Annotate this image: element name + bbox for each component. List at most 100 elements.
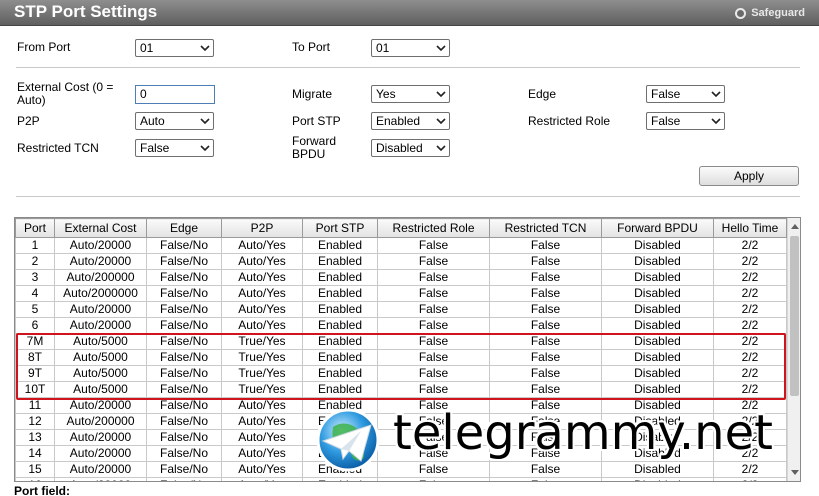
table-cell: False xyxy=(377,269,490,286)
forward-bpdu-label-line2: BPDU xyxy=(292,147,326,161)
table-cell: 2/2 xyxy=(713,477,787,481)
chevron-down-icon xyxy=(436,145,446,152)
column-header-restricted-tcn: Restricted TCN xyxy=(489,218,602,238)
external-cost-input[interactable]: 0 xyxy=(135,85,215,104)
table-cell: 5 xyxy=(15,301,55,318)
apply-button[interactable]: Apply xyxy=(699,166,799,186)
external-cost-label: External Cost (0 = Auto) xyxy=(17,81,113,107)
table-cell: Auto/Yes xyxy=(221,413,303,430)
table-cell: False/No xyxy=(146,445,222,462)
restricted-role-label: Restricted Role xyxy=(528,114,611,128)
table-cell: False/No xyxy=(146,285,222,302)
table-cell: Auto/20000 xyxy=(54,461,147,478)
chevron-down-icon xyxy=(436,45,446,52)
watermark: telegrammy.net xyxy=(315,405,815,477)
table-cell: Auto/Yes xyxy=(221,301,303,318)
table-cell: Enabled xyxy=(302,477,378,481)
divider xyxy=(16,196,800,197)
restricted-tcn-label: Restricted TCN xyxy=(17,141,99,155)
table-cell: Disabled xyxy=(601,477,714,481)
highlight-box xyxy=(16,333,786,400)
chevron-down-icon xyxy=(711,118,721,125)
chevron-down-icon xyxy=(200,118,210,125)
table-cell: False/No xyxy=(146,317,222,334)
chevron-down-icon xyxy=(436,91,446,98)
column-header-p2p: P2P xyxy=(221,218,303,238)
to-port-select[interactable]: 01 xyxy=(371,39,450,57)
restricted-role-select[interactable]: False xyxy=(646,112,725,130)
table-cell: 14 xyxy=(15,445,55,462)
table-cell: Auto/20000 xyxy=(54,253,147,270)
table-cell: False/No xyxy=(146,429,222,446)
table-cell: False xyxy=(377,253,490,270)
column-header-forward-bpdu: Forward BPDU xyxy=(601,218,714,238)
table-cell: False xyxy=(489,317,602,334)
port-stp-value: Enabled xyxy=(376,114,421,128)
table-cell: Disabled xyxy=(601,285,714,302)
port-stp-label: Port STP xyxy=(292,114,341,128)
edge-select[interactable]: False xyxy=(646,85,725,103)
table-row: 6 Auto/20000 False/No Auto/Yes Enabled False F… xyxy=(15,317,787,334)
table-cell: False xyxy=(377,285,490,302)
p2p-value: Auto xyxy=(140,114,165,128)
external-cost-value: 0 xyxy=(140,87,147,101)
table-cell: 15 xyxy=(15,461,55,478)
table-cell: False xyxy=(489,285,602,302)
table-cell: Auto/Yes xyxy=(221,237,303,254)
table-cell: Auto/Yes xyxy=(221,445,303,462)
table-cell: False xyxy=(377,317,490,334)
edge-label: Edge xyxy=(528,87,557,101)
table-cell: Auto/Yes xyxy=(221,317,303,334)
table-cell: False/No xyxy=(146,413,222,430)
migrate-select[interactable]: Yes xyxy=(371,85,450,103)
safeguard-icon xyxy=(735,7,747,19)
chevron-down-icon xyxy=(436,118,446,125)
column-header-hello-time: Hello Time xyxy=(713,218,787,238)
table-cell: False xyxy=(489,237,602,254)
restricted-tcn-select[interactable]: False xyxy=(135,139,214,157)
from-port-select[interactable]: 01 xyxy=(135,39,214,57)
table-cell: 2 xyxy=(15,253,55,270)
forward-bpdu-value: Disabled xyxy=(376,141,423,155)
table-cell: False/No xyxy=(146,461,222,478)
table-cell: Auto/Yes xyxy=(221,285,303,302)
chevron-down-icon xyxy=(711,91,721,98)
from-port-label: From Port xyxy=(17,40,71,54)
p2p-select[interactable]: Auto xyxy=(135,112,214,130)
forward-bpdu-select[interactable]: Disabled xyxy=(371,139,450,157)
to-port-value: 01 xyxy=(376,41,390,55)
to-port-label: To Port xyxy=(292,40,331,54)
table-cell: Enabled xyxy=(302,269,378,286)
column-header-restricted-role: Restricted Role xyxy=(377,218,490,238)
table-cell: Disabled xyxy=(601,317,714,334)
migrate-value: Yes xyxy=(376,87,396,101)
column-header-port-stp: Port STP xyxy=(302,218,378,238)
table-cell: False xyxy=(489,477,602,481)
column-header-external-cost: External Cost xyxy=(54,218,147,238)
external-cost-label-line1: External Cost (0 = xyxy=(17,80,114,94)
port-stp-select[interactable]: Enabled xyxy=(371,112,450,130)
table-cell: False/No xyxy=(146,301,222,318)
table-cell: Auto/20000 xyxy=(54,237,147,254)
table-cell: 1 xyxy=(15,237,55,254)
scroll-up-arrow-icon[interactable] xyxy=(791,224,799,229)
table-cell: Enabled xyxy=(302,317,378,334)
scrollbar-thumb[interactable] xyxy=(790,236,799,396)
chevron-down-icon xyxy=(200,145,210,152)
table-cell: Disabled xyxy=(601,237,714,254)
table-cell: False xyxy=(489,269,602,286)
table-cell: Disabled xyxy=(601,253,714,270)
table-cell: Auto/200000 xyxy=(54,269,147,286)
table-cell: Auto/20000 xyxy=(54,429,147,446)
port-field-label: Port field: xyxy=(14,484,70,496)
forward-bpdu-label: Forward BPDU xyxy=(292,135,336,161)
table-cell: 2/2 xyxy=(713,285,787,302)
table-cell: Auto/Yes xyxy=(221,477,303,481)
table-cell: Auto/2000000 xyxy=(54,285,147,302)
table-cell: False/No xyxy=(146,477,222,481)
column-header-edge: Edge xyxy=(146,218,222,238)
table-cell: 2/2 xyxy=(713,269,787,286)
table-cell: Disabled xyxy=(601,301,714,318)
table-cell: False/No xyxy=(146,269,222,286)
table-cell: 12 xyxy=(15,413,55,430)
